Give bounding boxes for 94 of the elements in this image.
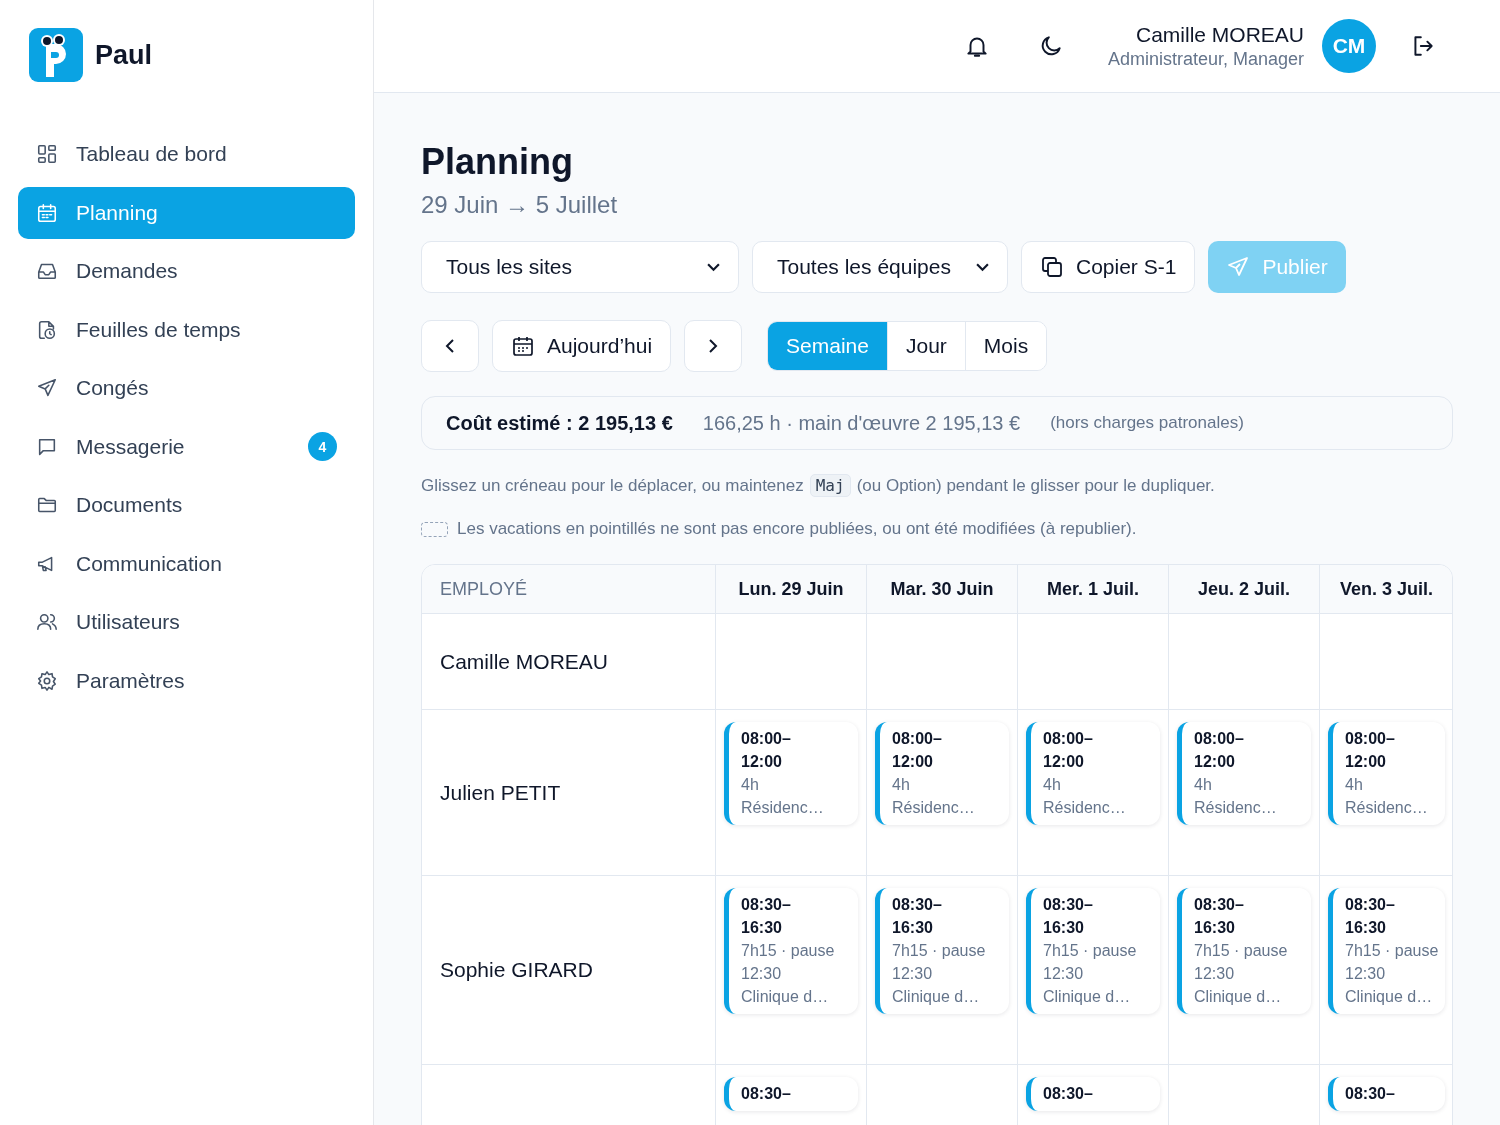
- dashed-box-icon: [421, 521, 448, 537]
- calendar-icon: [36, 201, 58, 224]
- shift-time: 08:30–16:30: [1345, 895, 1396, 938]
- legend-text: Les vacations en pointillés ne sont pas encore publiées, ou ont été modifiées (à republier).: [457, 519, 1137, 539]
- shift-time: 08:30–16:30: [1194, 895, 1245, 938]
- shift-card[interactable]: 08:30–16:30 7h15 · pause 12:30 Clinique d…: [724, 888, 858, 1014]
- shift-time: 08:30–16:30: [892, 895, 943, 938]
- shift-card[interactable]: 08:30–16:30 7h15 · pause 12:30 Clinique d…: [1177, 888, 1311, 1014]
- date-range: 29 Juin → 5 Juillet: [421, 191, 619, 219]
- shift-time: 08:00–12:00: [892, 729, 943, 772]
- column-header: Mer. 1 Juil.: [1018, 565, 1169, 613]
- column-header: Jeu. 2 Juil.: [1169, 565, 1320, 613]
- unread-count: 4: [308, 432, 337, 462]
- shift-site: Clinique d…: [741, 987, 830, 1007]
- sidebar-item[interactable]: Tableau de bord: [18, 128, 355, 181]
- sidebar-item[interactable]: Congés: [18, 362, 355, 415]
- employee-name: Sophie GIRARD: [440, 958, 593, 982]
- shift-duration: 7h15 · pause 12:30: [1345, 941, 1440, 984]
- shift-site: Résidenc…: [1043, 798, 1127, 818]
- page-title: Planning: [421, 141, 574, 183]
- shift-duration: 4h: [892, 775, 911, 795]
- column-header: Lun. 29 Juin: [716, 565, 867, 613]
- shift-card[interactable]: 08:00–12:00 4h Résidenc…: [1026, 722, 1160, 825]
- shift-site: Clinique d…: [1043, 987, 1132, 1007]
- site-select[interactable]: Tous les sites: [421, 241, 739, 293]
- shift-time: 08:00–12:00: [741, 729, 792, 772]
- employee-name: Julien PETIT: [440, 780, 561, 805]
- today-button[interactable]: Aujourd’hui: [492, 320, 672, 372]
- shift-time: 08:30–: [1043, 1084, 1094, 1104]
- cost-total: Coût estimé : 2 195,13 €: [446, 411, 673, 435]
- logo-icon: [29, 28, 83, 82]
- shift-card[interactable]: 08:30–: [1328, 1077, 1445, 1111]
- column-header: Ven. 3 Juil.: [1338, 577, 1434, 601]
- shift-site: Résidenc…: [741, 798, 825, 818]
- shift-card[interactable]: 08:00–12:00 4h Résidenc…: [724, 722, 858, 825]
- shift-card[interactable]: 08:00–12:00 4h Résidenc…: [1328, 722, 1445, 825]
- column-header: EMPLOYÉ: [422, 565, 716, 613]
- shift-site: Résidenc…: [1194, 798, 1278, 818]
- shift-site: Clinique d…: [1194, 987, 1283, 1007]
- cost-detail: 166,25 h · main d'œuvre 2 195,13 €: [702, 411, 1021, 435]
- sidebar-item[interactable]: Demandes: [18, 245, 355, 298]
- copy-icon: [1040, 255, 1064, 279]
- sidebar-item[interactable]: Paramètres: [18, 654, 355, 707]
- shift-duration: 4h: [1043, 775, 1062, 795]
- shift-duration: 4h: [1194, 775, 1213, 795]
- shift-time: 08:30–: [741, 1084, 792, 1104]
- hint-text: Glissez un créneau pour le déplacer, ou maintenez: [421, 475, 804, 496]
- chevron-down-icon: [707, 262, 720, 272]
- shift-site: Clinique d…: [1345, 987, 1434, 1007]
- shift-time: 08:30–: [1345, 1084, 1396, 1104]
- user-name: Camille MOREAU: [1135, 22, 1304, 47]
- shift-time: 08:00–12:00: [1345, 729, 1396, 772]
- sidebar-item[interactable]: Communication: [18, 537, 355, 590]
- sidebar-item[interactable]: Documents: [18, 479, 355, 532]
- shift-time: 08:00–12:00: [1043, 729, 1094, 772]
- shift-card[interactable]: 08:30–16:30 7h15 · pause 12:30 Clinique d…: [1026, 888, 1160, 1014]
- chevron-left-icon: [445, 338, 455, 354]
- cost-note: (hors charges patronales): [1050, 413, 1244, 433]
- app-name: Paul: [95, 39, 153, 71]
- sidebar-item[interactable]: Utilisateurs: [18, 596, 355, 649]
- grid-icon: [36, 143, 58, 166]
- shift-duration: 7h15 · pause 12:30: [1194, 941, 1289, 984]
- shift-duration: 7h15 · pause 12:30: [892, 941, 987, 984]
- team-select[interactable]: Toutes les équipes: [752, 241, 1008, 293]
- employee-name: Camille MOREAU: [440, 649, 609, 674]
- copy-button[interactable]: Copier S-1: [1021, 241, 1196, 293]
- sidebar-item[interactable]: Feuilles de temps: [18, 303, 355, 356]
- shift-card[interactable]: 08:30–16:30 7h15 · pause 12:30 Clinique d…: [875, 888, 1009, 1014]
- shift-time: 08:30–16:30: [1043, 895, 1094, 938]
- shift-site: Résidenc…: [1345, 798, 1429, 818]
- chevron-right-icon: [708, 338, 719, 354]
- clock-document-icon: [36, 318, 58, 341]
- calendar-icon: [511, 334, 535, 358]
- settings-icon: [36, 669, 58, 692]
- shift-duration: 7h15 · pause 12:30: [1043, 941, 1138, 984]
- shift-duration: 4h: [1345, 775, 1364, 795]
- shift-site: Clinique d…: [892, 987, 981, 1007]
- send-icon: [1226, 255, 1251, 279]
- sidebar-item[interactable]: Messagerie 4: [18, 420, 355, 473]
- shift-card[interactable]: 08:30–: [1026, 1077, 1160, 1111]
- shift-card[interactable]: 08:30–: [724, 1077, 858, 1111]
- chevron-down-icon: [976, 262, 989, 272]
- shift-time: 08:30–16:30: [741, 895, 792, 938]
- shift-duration: 7h15 · pause 12:30: [741, 941, 836, 984]
- shift-duration: 4h: [741, 775, 760, 795]
- key-label: Maj: [809, 474, 851, 497]
- user-role: Administrateur, Manager: [1107, 48, 1304, 70]
- shift-card[interactable]: 08:00–12:00 4h Résidenc…: [875, 722, 1009, 825]
- shift-card[interactable]: 08:00–12:00 4h Résidenc…: [1177, 722, 1311, 825]
- hint-text: (ou Option) pendant le glisser pour le dupliquer.: [856, 475, 1215, 496]
- shift-time: 08:00–12:00: [1194, 729, 1245, 772]
- shift-site: Résidenc…: [892, 798, 976, 818]
- column-header: Mar. 30 Juin: [867, 565, 1018, 613]
- shift-card[interactable]: 08:30–16:30 7h15 · pause 12:30 Clinique d…: [1328, 888, 1445, 1014]
